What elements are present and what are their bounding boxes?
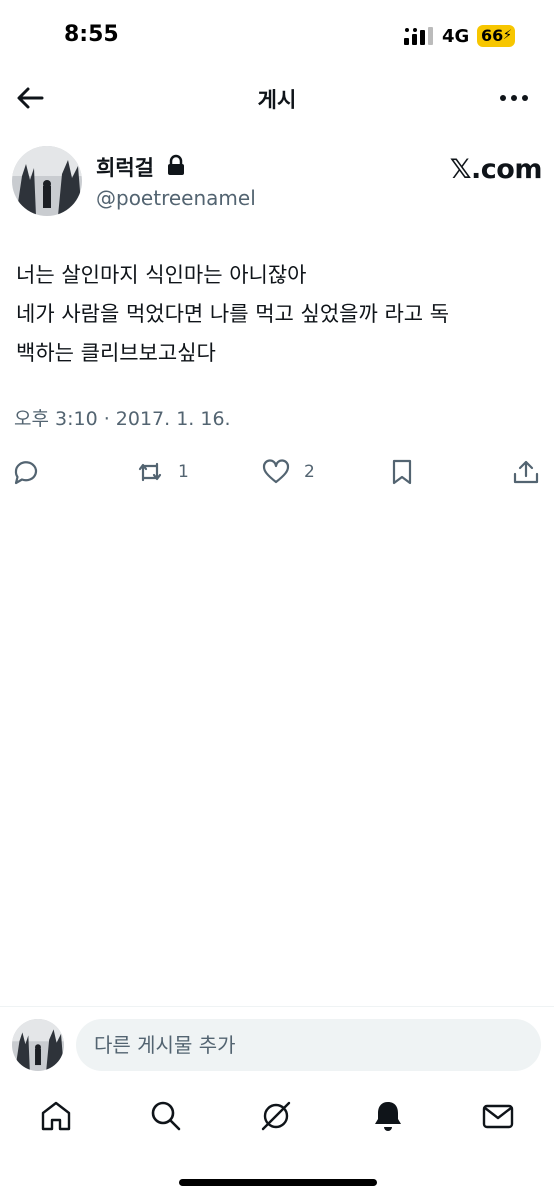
more-options-icon[interactable] [498, 84, 530, 112]
reply-icon [14, 461, 38, 485]
x-logo: 𝕏.com [449, 154, 543, 185]
home-icon[interactable] [38, 1098, 74, 1134]
home-indicator[interactable] [179, 1179, 377, 1186]
battery-level: 66 [481, 26, 504, 45]
post-actions: 1 2 [0, 452, 554, 492]
network-label: 4G [442, 26, 470, 47]
post-timestamp: 오후 3:10 · 2017. 1. 16. [14, 408, 231, 430]
bookmark-icon [392, 459, 412, 485]
bookmark-button[interactable] [388, 456, 416, 488]
like-count: 2 [304, 462, 315, 482]
share-button[interactable] [512, 456, 540, 488]
lock-icon [168, 154, 184, 175]
share-icon [513, 460, 539, 484]
status-time: 8:55 [64, 22, 119, 47]
author-handle[interactable]: @poetreenamel [96, 186, 256, 210]
avatar[interactable] [12, 1019, 64, 1071]
repost-count: 1 [178, 462, 189, 482]
repost-button[interactable]: 1 [136, 456, 189, 488]
reply-button[interactable] [12, 456, 40, 488]
signal-icon [404, 27, 433, 45]
grok-icon[interactable] [258, 1098, 294, 1134]
bottom-tab-bar [0, 1080, 554, 1158]
status-bar: 8:55 4G 66 ⚡ [0, 0, 554, 74]
reply-input[interactable]: 다른 게시물 추가 [76, 1019, 541, 1071]
reply-composer: 다른 게시물 추가 [0, 1006, 554, 1078]
author-name[interactable]: 희럭걸 [96, 152, 154, 182]
post-text-line: 너는 살인마지 식인마는 아니잖아 [16, 263, 307, 287]
messages-icon[interactable] [480, 1098, 516, 1134]
page-title: 게시 [257, 88, 297, 112]
repost-icon [138, 462, 162, 482]
post-author: 희럭걸 @poetreenamel 𝕏.com [12, 146, 543, 220]
heart-icon [262, 459, 290, 484]
notifications-icon[interactable] [370, 1098, 406, 1134]
post-text-line: 네가 사람을 먹었다면 나를 먹고 싶었을까 라고 독 [16, 302, 450, 326]
post-text: 너는 살인마지 식인마는 아니잖아 네가 사람을 먹었다면 나를 먹고 싶었을까… [16, 256, 541, 373]
post-text-line: 백하는 클리브보고싶다 [16, 341, 216, 365]
charging-icon: ⚡ [502, 28, 512, 43]
like-button[interactable]: 2 [262, 456, 315, 488]
avatar[interactable] [12, 146, 82, 216]
top-nav: 게시 [0, 74, 554, 122]
battery-indicator: 66 ⚡ [477, 25, 515, 47]
search-icon[interactable] [148, 1098, 184, 1134]
